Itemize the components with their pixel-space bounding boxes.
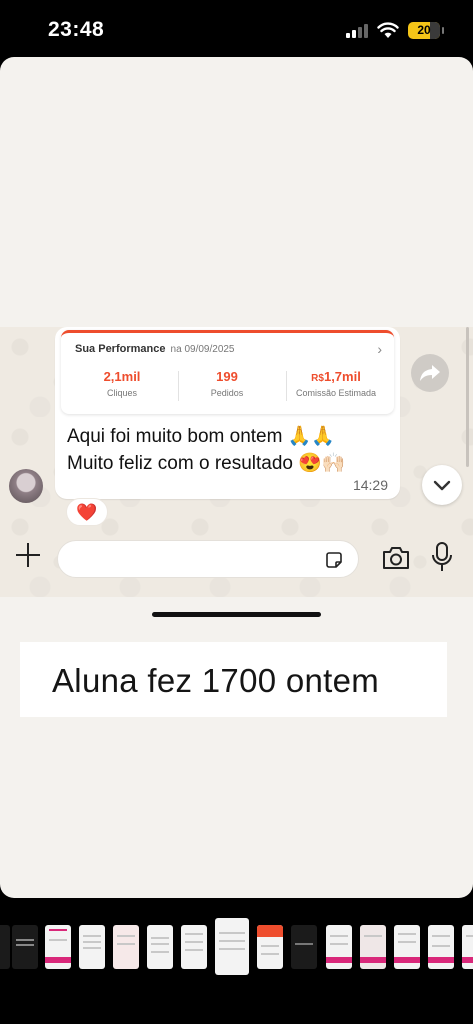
story-thumbnail[interactable] (360, 925, 386, 969)
message-bubble[interactable]: Sua Performance na 09/09/2025 › 2,1mil C… (55, 327, 400, 499)
status-bar: 23:48 20 (0, 0, 473, 60)
story-thumbnail[interactable] (291, 925, 317, 969)
stat-commission-prefix: R$ (311, 373, 324, 384)
stat-commission-label: Comissão Estimada (295, 388, 377, 398)
avatar[interactable] (9, 469, 43, 503)
message-text-line: Muito feliz com o resultado 😍🙌🏻 (67, 453, 346, 474)
cellular-signal-icon (346, 24, 370, 38)
stat-commission-value: 1,7mil (323, 369, 361, 384)
battery-icon: 20 (408, 22, 444, 39)
plus-icon[interactable] (14, 541, 42, 569)
stat-clicks: 2,1mil Cliques (67, 369, 177, 398)
chevron-down-icon (433, 480, 451, 491)
chevron-right-icon[interactable]: › (377, 341, 382, 357)
status-time: 23:48 (48, 18, 105, 41)
message-text-line: Aqui foi muito bom ontem 🙏🙏 (67, 426, 336, 447)
wifi-icon (377, 22, 399, 38)
story-thumbnail[interactable] (181, 925, 207, 969)
home-indicator (152, 612, 321, 617)
stat-clicks-value: 2,1mil (103, 369, 141, 384)
stat-orders-label: Pedidos (210, 388, 244, 398)
story-thumbnail[interactable] (326, 925, 352, 969)
stat-commission: R$1,7mil Comissão Estimada (281, 369, 391, 398)
story-thumbnail[interactable] (79, 925, 105, 969)
story-thumbnail[interactable] (12, 925, 38, 969)
chat-scrollbar[interactable] (466, 327, 469, 467)
story-thumbnail[interactable] (462, 925, 473, 969)
heart-reaction[interactable]: ❤️ (66, 498, 108, 526)
forward-arrow-icon (420, 365, 440, 381)
story-thumbnail[interactable] (45, 925, 71, 969)
story-thumbnail-strip (0, 915, 473, 985)
sticker-icon[interactable] (324, 550, 344, 570)
scroll-down-button[interactable] (422, 465, 462, 505)
microphone-icon[interactable] (431, 541, 453, 573)
message-input-bar (0, 535, 473, 595)
stat-orders: 199 Pedidos (172, 369, 282, 398)
stat-orders-value: 199 (216, 369, 238, 384)
performance-title-text: Sua Performance (75, 343, 166, 355)
story-thumbnail[interactable] (147, 925, 173, 969)
story-thumbnail[interactable] (394, 925, 420, 969)
performance-card[interactable]: Sua Performance na 09/09/2025 › 2,1mil C… (61, 330, 394, 414)
story-thumbnail-current[interactable] (215, 918, 249, 975)
story-content: Sua Performance na 09/09/2025 › 2,1mil C… (0, 57, 473, 898)
story-thumbnail[interactable] (113, 925, 139, 969)
performance-title: Sua Performance na 09/09/2025 (75, 343, 235, 355)
message-time: 14:29 (352, 477, 388, 493)
camera-icon[interactable] (381, 545, 411, 571)
story-viewer: 23:48 20 Sua Performance na 09/09/2025 ›… (0, 0, 473, 1024)
caption-box: Aluna fez 1700 ontem (20, 642, 447, 717)
battery-level: 20 (417, 23, 431, 37)
story-thumbnail[interactable] (257, 925, 283, 969)
forward-button[interactable] (411, 354, 449, 392)
caption-text: Aluna fez 1700 ontem (52, 662, 380, 699)
performance-date: na 09/09/2025 (170, 344, 235, 355)
message-input[interactable] (57, 540, 359, 578)
story-thumbnail[interactable] (428, 925, 454, 969)
story-thumbnail[interactable] (0, 925, 10, 969)
stat-clicks-label: Cliques (106, 388, 137, 398)
